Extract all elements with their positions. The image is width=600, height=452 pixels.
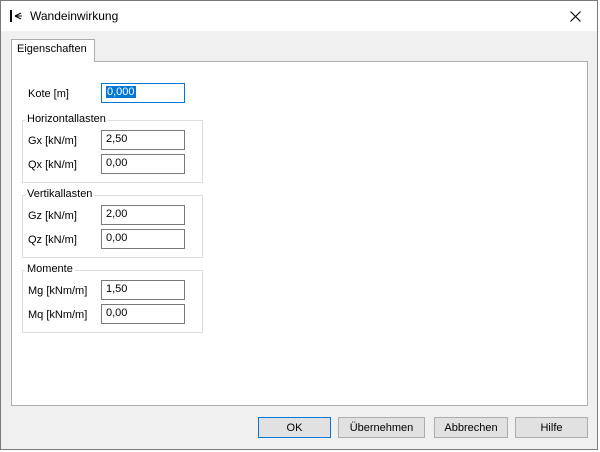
qz-input[interactable]: 0,00 xyxy=(101,229,185,249)
qz-label: Qz [kN/m] xyxy=(28,234,77,246)
window-title: Wandeinwirkung xyxy=(30,9,119,23)
tab-eigenschaften[interactable]: Eigenschaften xyxy=(11,39,95,62)
group-title-momente: Momente xyxy=(25,263,75,275)
kote-value: 0,000 xyxy=(106,86,136,98)
close-icon xyxy=(569,10,581,22)
tab-panel: Kote [m] 0,000 Horizontallasten Gx [kN/m… xyxy=(11,61,588,406)
help-button[interactable]: Hilfe xyxy=(515,417,588,438)
group-title-vertikallasten: Vertikallasten xyxy=(25,188,95,200)
gz-input[interactable]: 2,00 xyxy=(101,205,185,225)
dialog-window: Wandeinwirkung Eigenschaften Kote [m] 0,… xyxy=(0,0,598,450)
tab-strip: Eigenschaften xyxy=(9,39,587,62)
apply-button[interactable]: Übernehmen xyxy=(338,417,425,438)
qx-label: Qx [kN/m] xyxy=(28,159,77,171)
gz-label: Gz [kN/m] xyxy=(28,210,77,222)
group-title-horizontallasten: Horizontallasten xyxy=(25,113,108,125)
cancel-button[interactable]: Abbrechen xyxy=(434,417,508,438)
mq-input[interactable]: 0,00 xyxy=(101,304,185,324)
mg-label: Mg [kNm/m] xyxy=(28,285,88,297)
qx-input[interactable]: 0,00 xyxy=(101,154,185,174)
ok-button[interactable]: OK xyxy=(258,417,331,438)
kote-label: Kote [m] xyxy=(28,88,69,100)
title-bar[interactable]: Wandeinwirkung xyxy=(1,1,597,31)
gx-label: Gx [kN/m] xyxy=(28,135,77,147)
kote-input[interactable]: 0,000 xyxy=(101,83,185,103)
mq-label: Mq [kNm/m] xyxy=(28,309,88,321)
close-button[interactable] xyxy=(553,1,597,31)
mg-input[interactable]: 1,50 xyxy=(101,280,185,300)
gx-input[interactable]: 2,50 xyxy=(101,130,185,150)
app-icon xyxy=(9,10,23,22)
